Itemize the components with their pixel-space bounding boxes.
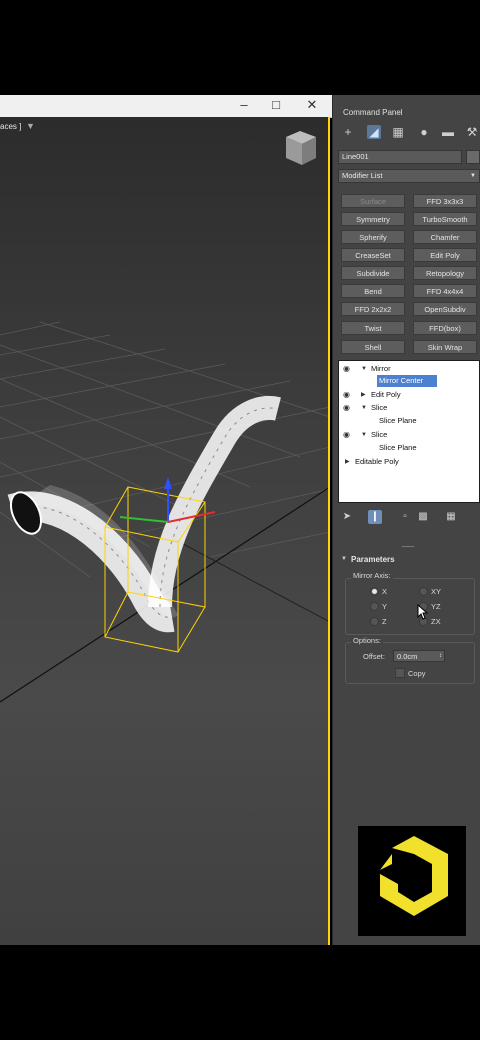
- modifier-button-bend[interactable]: Bend: [341, 284, 405, 298]
- radio-yz-label: YZ: [431, 602, 441, 611]
- chevron-down-icon: ▼: [470, 173, 476, 179]
- stack-item-slice[interactable]: ◉ ▼ Slice: [339, 402, 480, 414]
- radio-xy-label: XY: [431, 587, 442, 596]
- radio-x[interactable]: [370, 587, 379, 596]
- display-icon[interactable]: ▬: [441, 125, 455, 139]
- copy-checkbox[interactable]: [395, 668, 405, 678]
- perspective-viewport[interactable]: aces ] ▼: [0, 117, 330, 945]
- modifier-button-twist[interactable]: Twist: [341, 321, 405, 335]
- offset-value: 0.0cm: [397, 652, 418, 661]
- modifier-button-ffd4[interactable]: FFD 4x4x4: [413, 284, 477, 298]
- stack-item-slice-plane[interactable]: Slice Plane: [339, 415, 480, 427]
- expand-down-icon[interactable]: ▼: [361, 429, 367, 441]
- show-end-result-icon[interactable]: ❙: [368, 510, 382, 524]
- modifier-list-dropdown[interactable]: Modifier List ▼: [338, 169, 480, 183]
- modifier-button-turbosmooth[interactable]: TurboSmooth: [413, 212, 477, 226]
- stack-item-edit-poly[interactable]: ◉ ▶ Edit Poly: [339, 389, 480, 401]
- viewport-title-bar: – □ ✕: [0, 95, 332, 118]
- minimize-icon[interactable]: –: [236, 97, 252, 113]
- spinner-arrows-icon[interactable]: ↕: [439, 651, 442, 662]
- stack-item-mirror-center[interactable]: Mirror Center: [339, 375, 480, 387]
- stack-item-slice-plane[interactable]: Slice Plane: [339, 442, 480, 454]
- modify-icon[interactable]: ◢: [367, 125, 381, 139]
- scene-canvas: [0, 131, 328, 703]
- mouse-cursor-icon: [417, 604, 429, 620]
- offset-spinner[interactable]: 0.0cm ↕: [393, 650, 445, 662]
- modifier-list-label: Modifier List: [342, 171, 383, 180]
- modifier-button-opensubdiv[interactable]: OpenSubdiv: [413, 302, 477, 316]
- object-name-field[interactable]: Line001: [338, 150, 462, 164]
- collapse-icon: ▼: [341, 556, 347, 562]
- viewcube-icon: [286, 131, 316, 165]
- object-color-swatch[interactable]: [466, 150, 480, 164]
- grid-axis-line: [169, 536, 328, 622]
- motion-icon[interactable]: ●: [417, 125, 431, 139]
- utilities-icon[interactable]: ⚒: [465, 125, 479, 139]
- plus-icon[interactable]: +: [341, 125, 355, 139]
- modifier-button-surface[interactable]: Surface: [341, 194, 405, 208]
- offset-label: Offset:: [363, 652, 385, 661]
- maximize-icon[interactable]: □: [268, 97, 284, 113]
- parameters-title: Parameters: [351, 555, 395, 564]
- parameters-header[interactable]: ▼ Parameters: [341, 555, 480, 567]
- channel-logo: [358, 826, 466, 936]
- close-icon[interactable]: ✕: [304, 97, 320, 113]
- copy-label: Copy: [408, 669, 426, 678]
- hierarchy-icon[interactable]: ▦: [391, 125, 405, 139]
- expand-right-icon[interactable]: ▶: [345, 456, 350, 468]
- modifier-stack[interactable]: ◉ ▼ Mirror Mirror Center ◉ ▶ Edit Poly ◉…: [338, 360, 480, 503]
- radio-z[interactable]: [370, 617, 379, 626]
- radio-y[interactable]: [370, 602, 379, 611]
- radio-xy[interactable]: [419, 587, 428, 596]
- eye-icon[interactable]: ◉: [343, 402, 350, 414]
- modifier-button-subdivide[interactable]: Subdivide: [341, 266, 405, 280]
- modifier-button-creaseset[interactable]: CreaseSet: [341, 248, 405, 262]
- remove-modifier-icon[interactable]: ▩: [416, 510, 430, 524]
- mirror-axis-group: [345, 578, 475, 635]
- mirror-axis-label: Mirror Axis:: [351, 571, 393, 580]
- modifier-button-ffd2[interactable]: FFD 2x2x2: [341, 302, 405, 316]
- modifier-button-skin-wrap[interactable]: Skin Wrap: [413, 340, 477, 354]
- panel-divider[interactable]: [402, 546, 414, 547]
- radio-x-label: X: [382, 587, 388, 596]
- eye-icon[interactable]: ◉: [343, 363, 350, 375]
- make-unique-icon[interactable]: ▫: [398, 510, 412, 524]
- configure-sets-icon[interactable]: ▦: [444, 510, 458, 524]
- eye-icon[interactable]: ◉: [343, 389, 350, 401]
- radio-zx-label: ZX: [431, 617, 441, 626]
- modifier-button-retopology[interactable]: Retopology: [413, 266, 477, 280]
- expand-down-icon[interactable]: ▼: [361, 402, 367, 414]
- radio-y-label: Y: [382, 602, 388, 611]
- modifier-button-ffd3[interactable]: FFD 3x3x3: [413, 194, 477, 208]
- stack-item-slice[interactable]: ◉ ▼ Slice: [339, 429, 480, 441]
- expand-right-icon[interactable]: ▶: [361, 389, 366, 401]
- modifier-button-shell[interactable]: Shell: [341, 340, 405, 354]
- expand-down-icon[interactable]: ▼: [361, 363, 367, 375]
- panel-title: Command Panel: [343, 108, 403, 117]
- modifier-button-chamfer[interactable]: Chamfer: [413, 230, 477, 244]
- modifier-button-spherify[interactable]: Spherify: [341, 230, 405, 244]
- modifier-button-ffdbox[interactable]: FFD(box): [413, 321, 477, 335]
- radio-z-label: Z: [382, 617, 387, 626]
- eye-icon[interactable]: ◉: [343, 429, 350, 441]
- modifier-button-edit-poly[interactable]: Edit Poly: [413, 248, 477, 262]
- options-label: Options:: [351, 636, 383, 645]
- stack-item-editable-poly[interactable]: ▶ Editable Poly: [339, 456, 480, 468]
- stack-item-mirror[interactable]: ◉ ▼ Mirror: [339, 363, 480, 375]
- modifier-button-symmetry[interactable]: Symmetry: [341, 212, 405, 226]
- pin-stack-icon[interactable]: ➤: [340, 510, 354, 524]
